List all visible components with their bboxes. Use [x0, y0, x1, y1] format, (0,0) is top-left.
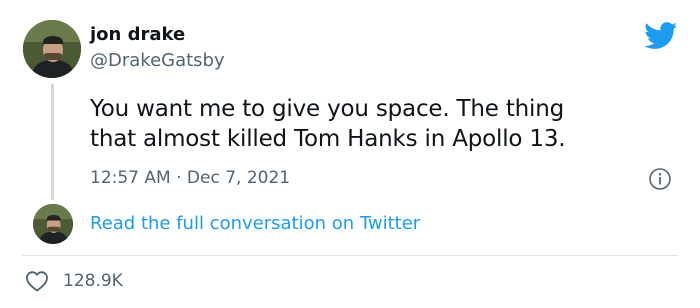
user-handle[interactable]: @DrakeGatsby — [90, 50, 225, 72]
tweet-text: You want me to give you space. The thing… — [90, 94, 670, 154]
embedded-tweet: jon drake @DrakeGatsby You want me to gi… — [0, 0, 700, 308]
like-count: 128.9K — [63, 271, 123, 291]
heart-icon[interactable] — [25, 270, 49, 292]
avatar-small[interactable] — [33, 204, 73, 244]
info-icon[interactable] — [648, 167, 672, 191]
tweet-text-line: that almost killed Tom Hanks in Apollo 1… — [90, 126, 566, 152]
twitter-bird-icon[interactable] — [644, 22, 678, 50]
tweet-text-line: You want me to give you space. The thing — [90, 96, 565, 122]
divider — [22, 255, 678, 256]
tweet-timestamp[interactable]: 12:57 AM · Dec 7, 2021 — [90, 167, 290, 189]
avatar-photo — [23, 20, 81, 78]
avatar[interactable] — [23, 20, 81, 78]
avatar-photo — [33, 204, 73, 244]
thread-connector-line — [51, 84, 54, 200]
display-name[interactable]: jon drake — [90, 24, 185, 46]
read-full-conversation-link[interactable]: Read the full conversation on Twitter — [90, 213, 420, 235]
